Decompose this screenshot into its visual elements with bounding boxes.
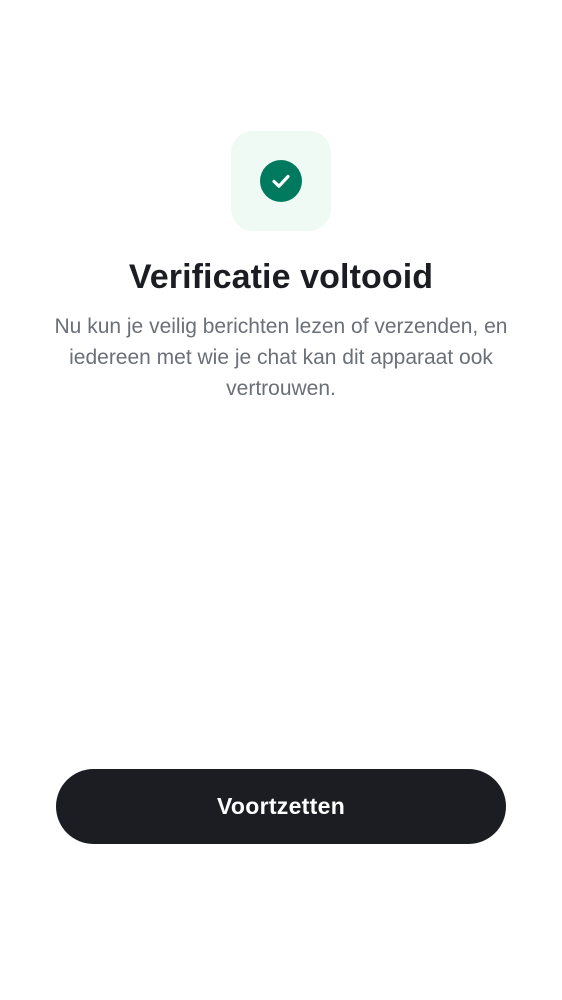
verification-complete-screen: Verificatie voltooid Nu kun je veilig be… [0,0,562,1000]
page-title: Verificatie voltooid [128,258,434,296]
verification-description: Nu kun je veilig berichten lezen of verz… [54,315,508,400]
checkmark-icon [272,174,290,188]
check-circle-icon [260,160,302,202]
status-icon-tile [231,131,331,231]
continue-button[interactable]: Voortzetten [56,769,506,844]
